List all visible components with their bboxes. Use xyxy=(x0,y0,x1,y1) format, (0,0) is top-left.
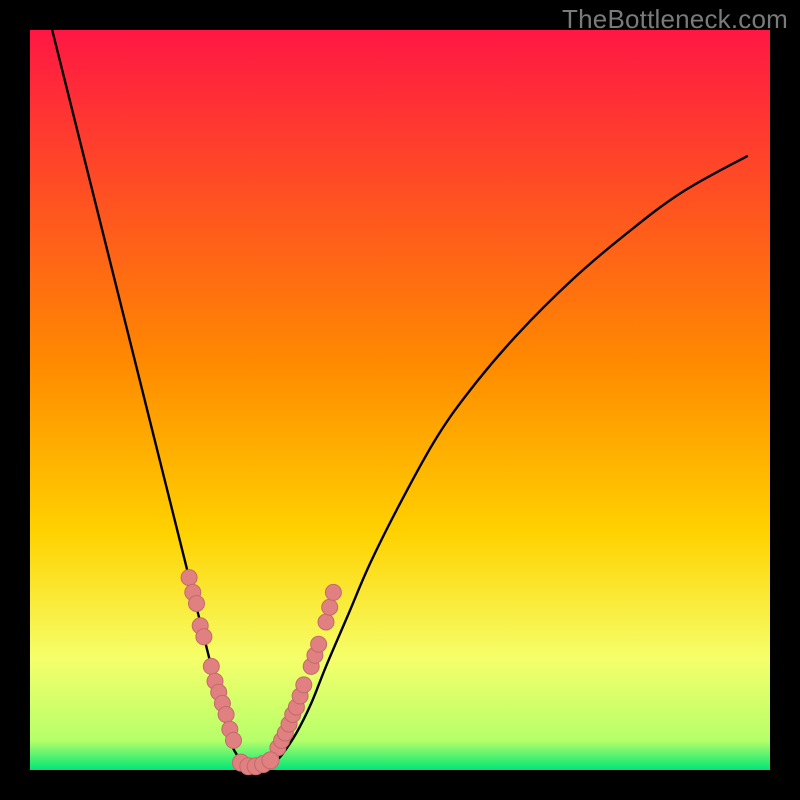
data-marker xyxy=(296,677,312,693)
chart-stage: TheBottleneck.com xyxy=(0,0,800,800)
data-marker xyxy=(203,658,219,674)
data-marker xyxy=(262,752,279,769)
data-marker xyxy=(196,629,212,645)
plot-area xyxy=(30,30,770,770)
watermark-label: TheBottleneck.com xyxy=(562,4,788,35)
data-marker xyxy=(311,636,327,652)
data-marker xyxy=(226,732,242,748)
data-marker xyxy=(325,584,341,600)
data-marker xyxy=(322,599,338,615)
bottleneck-chart xyxy=(0,0,800,800)
data-marker xyxy=(218,707,234,723)
data-marker xyxy=(189,596,205,612)
data-marker xyxy=(318,614,334,630)
data-marker xyxy=(181,570,197,586)
